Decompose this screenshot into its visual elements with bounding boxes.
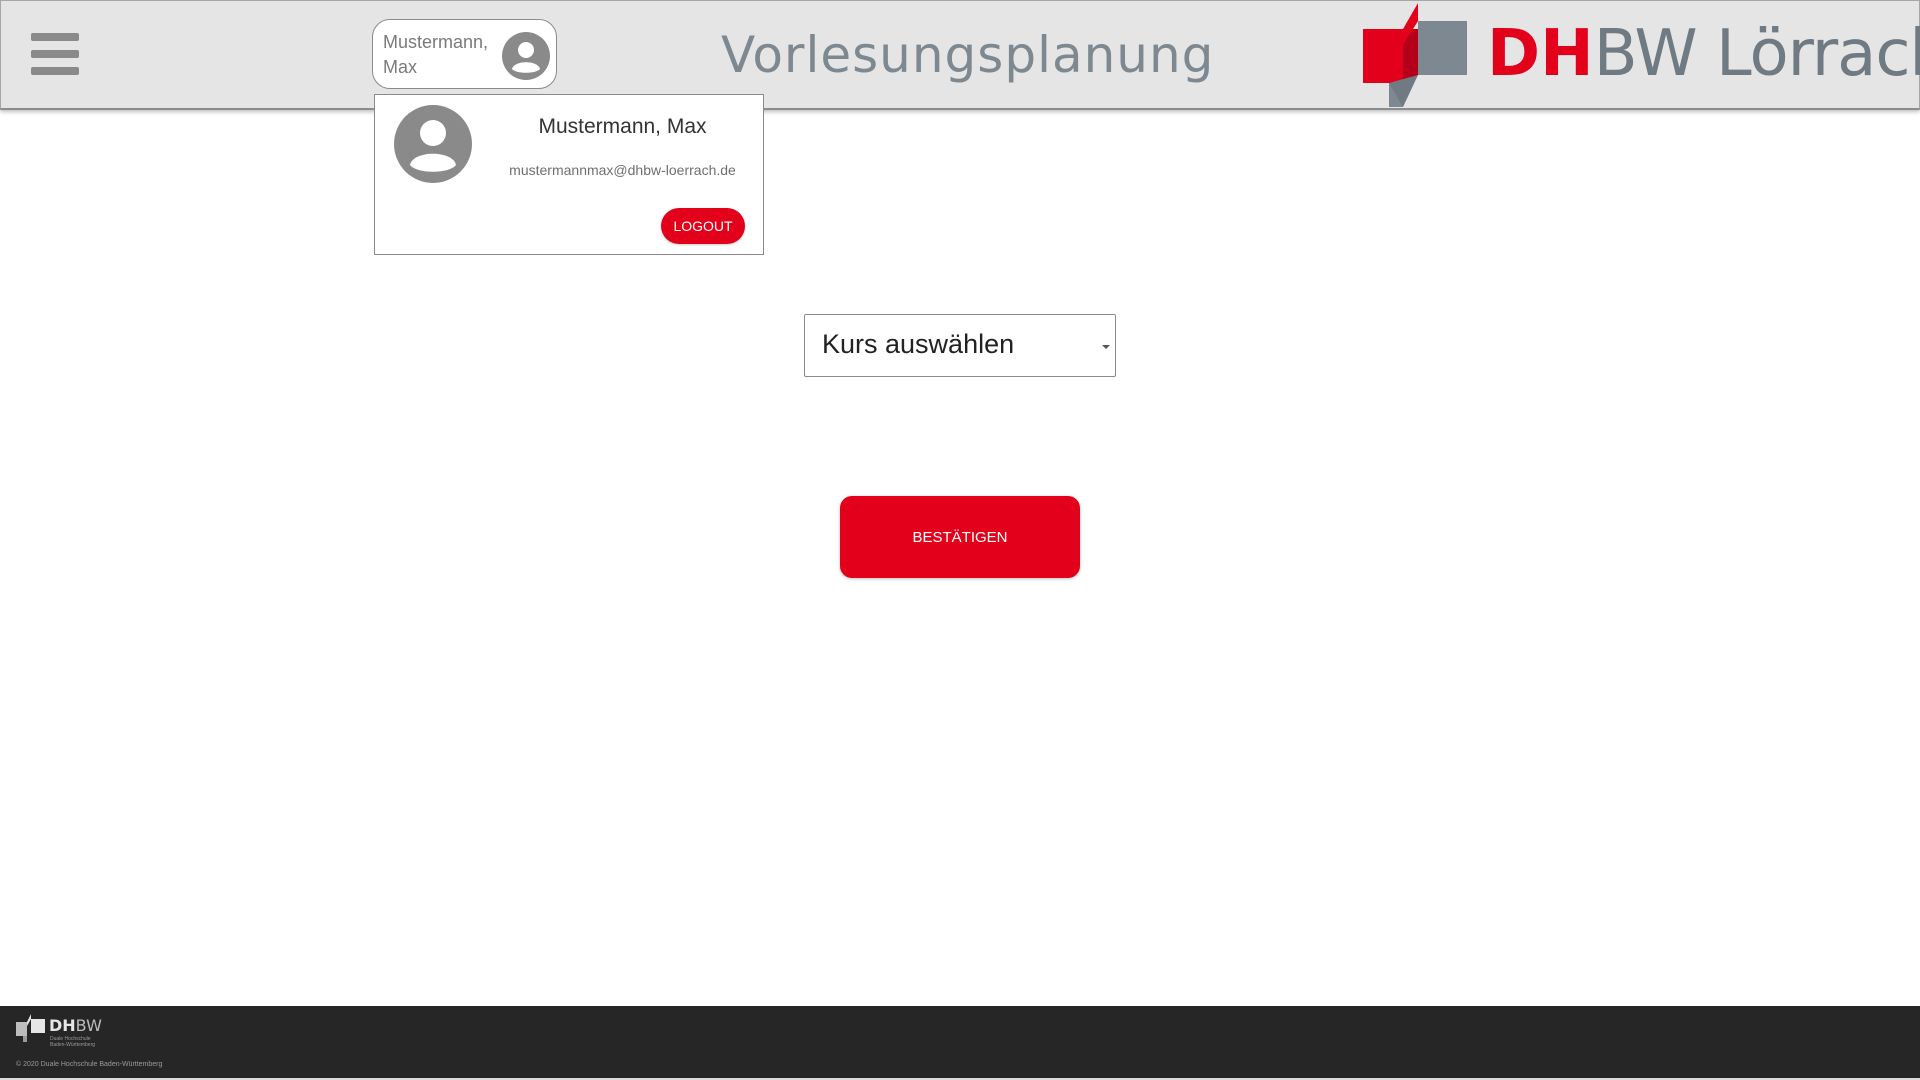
copyright-text: © 2020 Duale Hochschule Baden-Württember… — [16, 1061, 163, 1068]
footer-brand-dh: DH — [49, 1016, 76, 1035]
course-select-value: Kurs auswählen — [822, 329, 1015, 359]
footer-brand-subtitle: Duale Hochschule Baden-Württemberg — [50, 1036, 96, 1048]
app-header: Mustermann, Max Vorlesungsplanung DHBW L… — [0, 0, 1920, 110]
footer-brand-bw: BW — [75, 1016, 102, 1035]
footer-brand: DHBW — [49, 1017, 102, 1035]
logout-button[interactable]: LOGOUT — [661, 208, 745, 244]
dropdown-user-email: mustermannmax@dhbw-loerrach.de — [509, 162, 736, 178]
brand-name: DHBW Lörrach — [1487, 17, 1920, 91]
dropdown-user-name: Mustermann, Max — [538, 115, 707, 138]
user-menu-button[interactable]: Mustermann, Max — [372, 19, 557, 89]
brand-name-rest: BW Lörrach — [1593, 17, 1920, 91]
brand-name-dh: DH — [1487, 17, 1594, 91]
menu-bar — [31, 33, 79, 41]
chevron-down-icon — [1102, 345, 1110, 349]
confirm-button[interactable]: BESTÄTIGEN — [840, 496, 1080, 578]
user-avatar-icon — [502, 32, 550, 80]
hamburger-menu-icon[interactable] — [31, 33, 79, 75]
menu-bar — [31, 67, 79, 75]
page-title: Vorlesungsplanung — [721, 26, 1215, 84]
app-footer: DHBW Duale Hochschule Baden-Württemberg … — [0, 1006, 1920, 1078]
user-button-name: Mustermann, Max — [383, 32, 489, 77]
dhbw-logo-icon — [16, 1014, 45, 1042]
menu-bar — [31, 50, 79, 58]
page: Mustermann, Max Vorlesungsplanung DHBW L… — [0, 0, 1920, 1080]
user-dropdown: Mustermann, Max mustermannmax@dhbw-loerr… — [374, 94, 764, 255]
dhbw-logo-icon — [1363, 3, 1467, 107]
user-avatar-icon — [394, 105, 472, 183]
course-select[interactable]: Kurs auswählen — [804, 314, 1116, 377]
